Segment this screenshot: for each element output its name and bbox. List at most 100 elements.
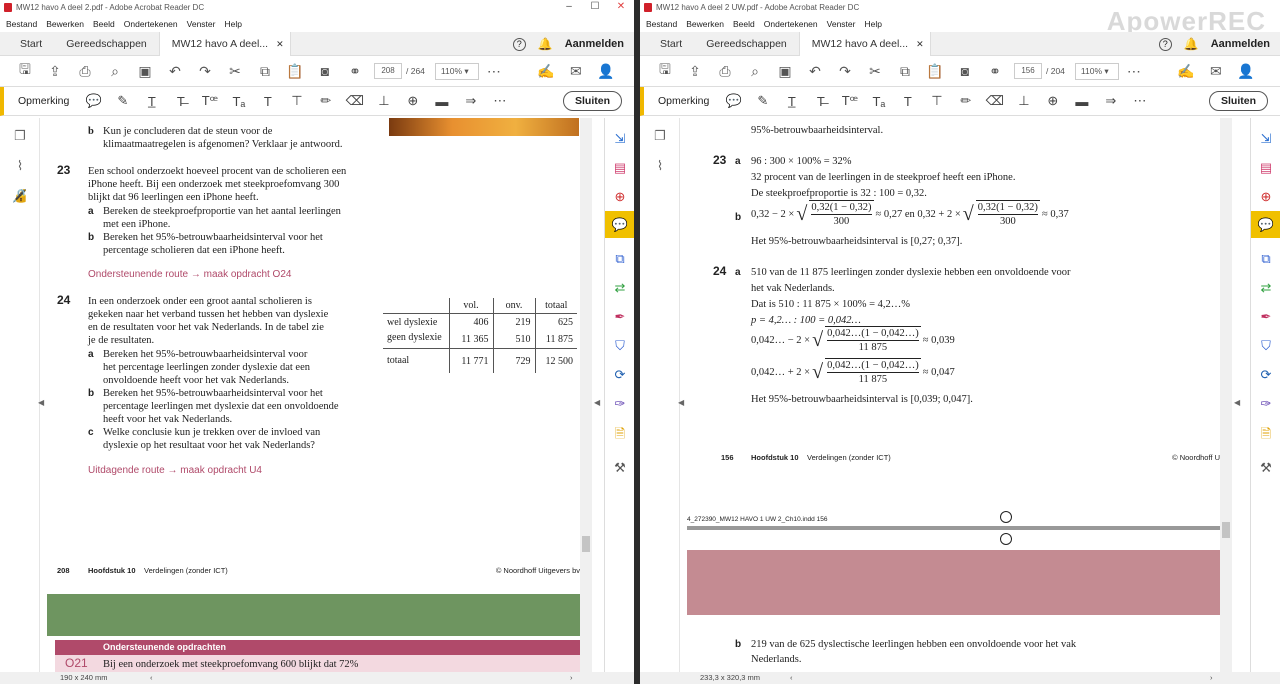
add-text-icon[interactable]: T — [253, 94, 282, 109]
pages-icon[interactable]: ❐ — [0, 128, 40, 144]
add-user-icon[interactable]: 👤 — [591, 63, 621, 80]
scrollbar-thumb[interactable] — [582, 536, 590, 552]
highlight-icon[interactable]: ✎ — [108, 93, 137, 109]
search-icon[interactable]: ⌕ — [740, 63, 770, 80]
save-icon[interactable]: 🖫 — [650, 59, 680, 83]
send-icon[interactable]: ⟳ — [605, 367, 634, 383]
menu-help[interactable]: Help — [864, 19, 881, 29]
eraser-icon[interactable]: ⌫ — [340, 93, 369, 109]
combine-icon[interactable]: ⧉ — [605, 251, 634, 267]
help-icon[interactable]: ? — [512, 37, 526, 51]
copy-icon[interactable]: ⧉ — [890, 63, 920, 80]
help-icon[interactable]: ? — [1158, 37, 1172, 51]
pencil-icon[interactable]: ✏ — [951, 93, 980, 109]
menu-bestand[interactable]: Bestand — [6, 19, 37, 29]
underline-text-icon[interactable]: T̲ — [777, 94, 806, 109]
stamp-icon[interactable]: ⊥ — [1009, 93, 1038, 109]
send-icon[interactable]: ⟳ — [1251, 367, 1280, 383]
menu-bewerken[interactable]: Bewerken — [686, 19, 724, 29]
attachment-icon[interactable]: ⌇ — [640, 158, 680, 174]
minimize-button[interactable]: – — [556, 0, 582, 15]
replace-text-icon[interactable]: Tꟹ — [835, 93, 864, 109]
copy-icon[interactable]: ⧉ — [250, 63, 280, 80]
page-number-input[interactable]: 208 — [374, 63, 402, 79]
arrow-icon[interactable]: ⇒ — [456, 93, 485, 109]
menu-venster[interactable]: Venster — [827, 19, 856, 29]
hscroll-left-icon[interactable]: ‹ — [150, 672, 153, 684]
bell-icon[interactable]: 🔔 — [1184, 37, 1199, 51]
print-icon[interactable]: ⎙ — [70, 63, 100, 80]
zoom-select[interactable]: 110% ▾ — [434, 62, 479, 80]
signatures-icon[interactable]: 🔏 — [0, 188, 40, 204]
tab-tools[interactable]: Gereedschappen — [54, 32, 159, 56]
cut-icon[interactable]: ✂ — [220, 63, 250, 80]
tools-icon[interactable]: ⚒ — [1251, 460, 1280, 476]
close-tab-icon[interactable]: ✕ — [276, 39, 284, 49]
menu-ondertekenen[interactable]: Ondertekenen — [124, 19, 178, 29]
menu-beeld[interactable]: Beeld — [93, 19, 115, 29]
route-link-u4[interactable]: Uitdagende route → maak opdracht U4 — [88, 464, 262, 477]
sticky-note-icon[interactable]: 💬 — [79, 93, 108, 109]
hscroll-right-icon[interactable]: › — [570, 672, 573, 684]
line-icon[interactable]: ▬ — [427, 94, 456, 109]
more-comment-icon[interactable]: ⋯ — [1125, 93, 1154, 109]
scan-icon[interactable]: ▣ — [130, 63, 160, 80]
binoculars-icon[interactable]: ⚭ — [340, 63, 370, 80]
cut-icon[interactable]: ✂ — [860, 63, 890, 80]
redo-icon[interactable]: ↷ — [830, 63, 860, 80]
file-icon[interactable]: 🗎 — [1251, 425, 1280, 447]
close-comment-button[interactable]: Sluiten — [1208, 91, 1268, 111]
undo-icon[interactable]: ↶ — [160, 63, 190, 80]
menu-venster[interactable]: Venster — [187, 19, 216, 29]
pencil-icon[interactable]: ✏ — [311, 93, 340, 109]
clipboard-icon[interactable]: 📋 — [920, 63, 950, 80]
export-pdf-icon[interactable]: ⇲ — [1251, 131, 1280, 147]
redo-icon[interactable]: ↷ — [190, 63, 220, 80]
tab-document[interactable]: MW12 havo A deel... ✕ — [158, 31, 291, 56]
more-comment-icon[interactable]: ⋯ — [485, 93, 514, 109]
eraser-icon[interactable]: ⌫ — [980, 93, 1009, 109]
close-tab-icon[interactable]: ✕ — [916, 39, 924, 49]
snapshot-icon[interactable]: ◙ — [950, 63, 980, 79]
export-pdf-icon[interactable]: ⇲ — [605, 131, 634, 147]
strikethrough-icon[interactable]: T̶ — [166, 94, 195, 109]
vertical-scrollbar[interactable] — [1220, 118, 1232, 672]
close-comment-button[interactable]: Sluiten — [562, 91, 622, 111]
compress-icon[interactable]: ⇄ — [605, 280, 634, 296]
combine-icon[interactable]: ⧉ — [1251, 251, 1280, 267]
search-icon[interactable]: ⌕ — [100, 63, 130, 80]
scrollbar-thumb[interactable] — [1222, 522, 1230, 538]
menu-beeld[interactable]: Beeld — [733, 19, 755, 29]
print-icon[interactable]: ⎙ — [710, 63, 740, 80]
binoculars-icon[interactable]: ⚭ — [980, 63, 1010, 80]
route-link-o24[interactable]: Ondersteunende route → maak opdracht O24 — [88, 268, 291, 281]
mail-icon[interactable]: ✉ — [1201, 63, 1231, 80]
zoom-select[interactable]: 110% ▾ — [1074, 62, 1119, 80]
menu-bewerken[interactable]: Bewerken — [46, 19, 84, 29]
bell-icon[interactable]: 🔔 — [538, 37, 553, 51]
login-button[interactable]: Aanmelden — [565, 38, 624, 50]
pages-icon[interactable]: ❐ — [640, 128, 680, 144]
text-box-icon[interactable]: ⊤ — [922, 93, 951, 109]
sticky-note-icon[interactable]: 💬 — [719, 93, 748, 109]
mail-icon[interactable]: ✉ — [561, 63, 591, 80]
edit-icon[interactable]: ✑ — [1251, 396, 1280, 412]
tools-icon[interactable]: ⚒ — [605, 460, 634, 476]
more-icon[interactable]: ⋯ — [1119, 63, 1149, 80]
clipboard-icon[interactable]: 📋 — [280, 63, 310, 80]
upload-icon[interactable]: ⇪ — [680, 63, 710, 80]
expand-right-arrow[interactable]: ◀ — [1234, 398, 1240, 407]
collapse-left-arrow[interactable]: ◀ — [38, 398, 44, 407]
file-icon[interactable]: 🗎 — [605, 425, 634, 447]
tab-document[interactable]: MW12 havo A deel... ✕ — [798, 31, 931, 56]
sign-icon[interactable]: ✍ — [531, 63, 561, 80]
hscroll-left-icon[interactable]: ‹ — [790, 672, 793, 684]
create-pdf-icon[interactable]: ⊕ — [1251, 189, 1280, 205]
replace-text-icon[interactable]: Tꟹ — [195, 93, 224, 109]
collapse-left-arrow[interactable]: ◀ — [678, 398, 684, 407]
edit-icon[interactable]: ✑ — [605, 396, 634, 412]
menu-ondertekenen[interactable]: Ondertekenen — [764, 19, 818, 29]
comment-tool-icon[interactable]: 💬 — [605, 211, 634, 238]
upload-icon[interactable]: ⇪ — [40, 63, 70, 80]
line-icon[interactable]: ▬ — [1067, 94, 1096, 109]
